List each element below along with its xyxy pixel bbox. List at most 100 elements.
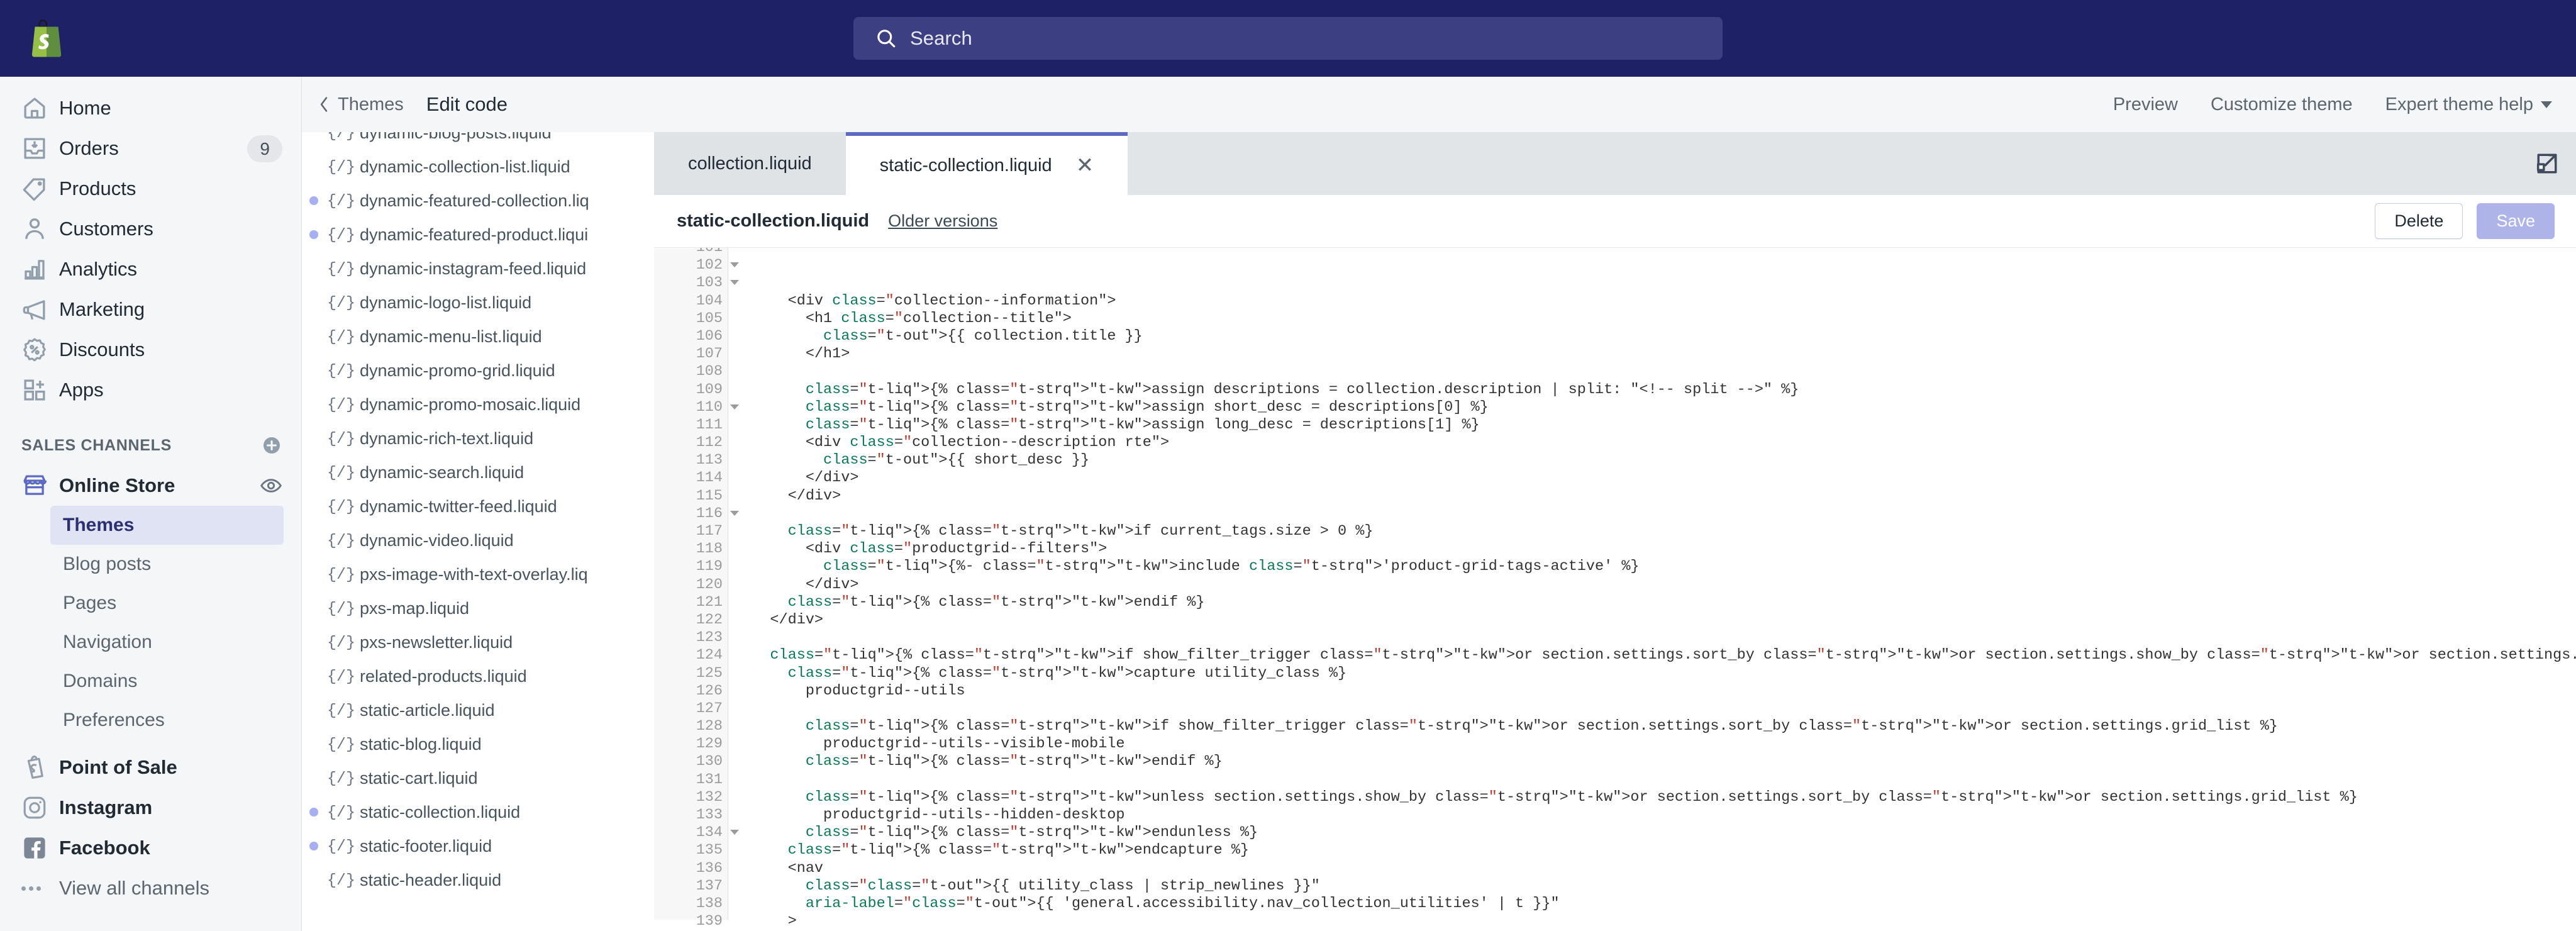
- older-versions-link[interactable]: Older versions: [888, 211, 997, 231]
- sidebar-item-domains[interactable]: Domains: [0, 662, 301, 701]
- code-line[interactable]: </h1>: [735, 345, 2576, 363]
- code-line[interactable]: class="t-liq">{% class="t-strq">"t-kw">e…: [735, 594, 2576, 611]
- code-line[interactable]: productgrid--utils: [735, 683, 2576, 700]
- file-tree-item[interactable]: {/} dynamic-twitter-feed.liquid: [302, 489, 654, 523]
- sidebar-item-point-of-sale[interactable]: Point of Sale: [0, 747, 301, 788]
- code-line[interactable]: [735, 771, 2576, 789]
- search-input-placeholder[interactable]: Search: [910, 27, 972, 50]
- sidebar-item-discounts[interactable]: Discounts: [0, 330, 301, 370]
- file-tree-item[interactable]: {/} dynamic-rich-text.liquid: [302, 421, 654, 455]
- code-line[interactable]: class="t-out">{{ collection.title }}: [735, 328, 2576, 345]
- code-line[interactable]: class="t-out">{{ short_desc }}: [735, 452, 2576, 469]
- sidebar-item-navigation[interactable]: Navigation: [0, 623, 301, 662]
- file-tree-item[interactable]: {/} static-footer.liquid: [302, 829, 654, 863]
- code-line[interactable]: class="t-liq">{% class="t-strq">"t-kw">u…: [735, 789, 2576, 806]
- code-line[interactable]: [735, 629, 2576, 647]
- code-line[interactable]: class="t-liq">{% class="t-strq">"t-kw">a…: [735, 381, 2576, 399]
- sidebar-item-preferences[interactable]: Preferences: [0, 701, 301, 740]
- code-line[interactable]: >: [735, 913, 2576, 930]
- sidebar-item-facebook[interactable]: Facebook: [0, 828, 301, 868]
- file-tree-item[interactable]: {/} static-article.liquid: [302, 693, 654, 727]
- code-line[interactable]: productgrid--utils--hidden-desktop: [735, 806, 2576, 824]
- sidebar-item-analytics[interactable]: Analytics: [0, 249, 301, 289]
- code-lines[interactable]: <div class="collection--information"> <h…: [735, 248, 2576, 931]
- eye-icon[interactable]: [260, 474, 282, 497]
- file-tree-item[interactable]: {/} pxs-image-with-text-overlay.liq: [302, 557, 654, 591]
- code-line[interactable]: class="t-liq">{% class="t-strq">"t-kw">i…: [735, 647, 2576, 664]
- expand-fullscreen-icon[interactable]: [2533, 150, 2561, 177]
- code-line[interactable]: </div>: [735, 488, 2576, 505]
- code-line[interactable]: class="t-liq">{%- class="t-strq">"t-kw">…: [735, 558, 2576, 576]
- file-tree-item[interactable]: {/} dynamic-menu-list.liquid: [302, 320, 654, 354]
- expert-theme-help-button[interactable]: Expert theme help: [2385, 94, 2552, 115]
- tab-collection-liquid[interactable]: collection.liquid: [654, 132, 846, 195]
- sidebar-item-blog-posts[interactable]: Blog posts: [0, 545, 301, 584]
- code-line[interactable]: <nav: [735, 860, 2576, 878]
- code-line[interactable]: [735, 363, 2576, 381]
- sidebar-item-online-store[interactable]: Online Store: [0, 465, 301, 506]
- code-line[interactable]: </div>: [735, 576, 2576, 594]
- file-tree-item[interactable]: {/} dynamic-promo-grid.liquid: [302, 354, 654, 387]
- code-line[interactable]: </div>: [735, 469, 2576, 487]
- file-tree-item[interactable]: {/} related-products.liquid: [302, 659, 654, 693]
- plus-circle-icon[interactable]: [261, 435, 282, 456]
- code-line[interactable]: [735, 274, 2576, 292]
- file-tree-item[interactable]: {/} dynamic-search.liquid: [302, 455, 654, 489]
- sidebar-item-themes[interactable]: Themes: [50, 506, 284, 545]
- file-tree-item[interactable]: {/} dynamic-instagram-feed.liquid: [302, 252, 654, 286]
- chevron-left-icon[interactable]: [318, 96, 330, 113]
- code-line[interactable]: productgrid--utils--visible-mobile: [735, 735, 2576, 753]
- code-line[interactable]: class="t-liq">{% class="t-strq">"t-kw">e…: [735, 824, 2576, 842]
- code-line[interactable]: class="t-liq">{% class="t-strq">"t-kw">i…: [735, 523, 2576, 540]
- sidebar-item-view-all-channels[interactable]: View all channels: [0, 868, 301, 908]
- close-icon[interactable]: ✕: [1076, 155, 1094, 176]
- sidebar-item-orders[interactable]: Orders 9: [0, 128, 301, 169]
- sidebar-item-home[interactable]: Home: [0, 88, 301, 128]
- code-line[interactable]: class="t-liq">{% class="t-strq">"t-kw">i…: [735, 718, 2576, 735]
- file-tree-item[interactable]: {/} pxs-newsletter.liquid: [302, 625, 654, 659]
- code-line[interactable]: [735, 505, 2576, 523]
- file-tree-item[interactable]: {/} static-cart.liquid: [302, 761, 654, 795]
- global-search[interactable]: Search: [853, 17, 1723, 60]
- file-tree-item[interactable]: {/} dynamic-featured-collection.liq: [302, 184, 654, 218]
- file-tree-item[interactable]: {/} dynamic-logo-list.liquid: [302, 286, 654, 320]
- code-line[interactable]: class="t-liq">{% class="t-strq">"t-kw">c…: [735, 665, 2576, 683]
- code-line[interactable]: [735, 700, 2576, 718]
- breadcrumb[interactable]: Themes: [338, 94, 404, 115]
- save-button[interactable]: Save: [2477, 203, 2555, 240]
- code-area[interactable]: 1011021031041051061071081091101111121131…: [654, 248, 2576, 931]
- shopify-logo[interactable]: [9, 0, 84, 77]
- sidebar-item-instagram[interactable]: Instagram: [0, 788, 301, 828]
- code-line[interactable]: class="t-liq">{% class="t-strq">"t-kw">e…: [735, 842, 2576, 859]
- tab-static-collection-liquid[interactable]: static-collection.liquid ✕: [845, 132, 1128, 195]
- preview-button[interactable]: Preview: [2113, 94, 2178, 115]
- file-tree-item[interactable]: {/} dynamic-featured-product.liqui: [302, 218, 654, 252]
- file-tree-item[interactable]: {/} dynamic-promo-mosaic.liquid: [302, 387, 654, 421]
- code-line[interactable]: class="t-liq">{% class="t-strq">"t-kw">a…: [735, 399, 2576, 416]
- sidebar-item-products[interactable]: Products: [0, 169, 301, 209]
- customize-theme-button[interactable]: Customize theme: [2211, 94, 2353, 115]
- sidebar-item-customers[interactable]: Customers: [0, 209, 301, 249]
- code-line[interactable]: <h1 class="collection--title">: [735, 310, 2576, 328]
- sidebar-item-apps[interactable]: Apps: [0, 370, 301, 410]
- code-line[interactable]: aria-label="class="t-out">{{ 'general.ac…: [735, 895, 2576, 913]
- code-line[interactable]: class="class="t-out">{{ utility_class | …: [735, 878, 2576, 895]
- file-tree-item[interactable]: {/} static-blog.liquid: [302, 727, 654, 761]
- code-line[interactable]: <div class="productgrid--filters">: [735, 540, 2576, 558]
- code-line[interactable]: </div>: [735, 611, 2576, 629]
- code-editor-pane: collection.liquid static-collection.liqu…: [654, 132, 2576, 931]
- file-tree-item[interactable]: {/} pxs-map.liquid: [302, 591, 654, 625]
- code-line[interactable]: <div class="collection--description rte"…: [735, 434, 2576, 452]
- delete-button[interactable]: Delete: [2375, 203, 2463, 240]
- file-tree-item[interactable]: {/} static-collection.liquid: [302, 795, 654, 829]
- code-line[interactable]: class="t-liq">{% class="t-strq">"t-kw">e…: [735, 753, 2576, 771]
- file-tree-item[interactable]: {/} dynamic-video.liquid: [302, 523, 654, 557]
- file-tree-item[interactable]: {/} dynamic-collection-list.liquid: [302, 150, 654, 184]
- sidebar-item-marketing[interactable]: Marketing: [0, 289, 301, 330]
- sidebar-item-pages[interactable]: Pages: [0, 584, 301, 623]
- code-line[interactable]: <div class="collection--information">: [735, 293, 2576, 310]
- file-tree[interactable]: {/} dynamic-blog-posts.liquid {/} dynamic-c…: [302, 132, 654, 931]
- file-tree-item[interactable]: {/} static-header.liquid: [302, 863, 654, 897]
- file-tree-item[interactable]: {/} dynamic-blog-posts.liquid: [302, 132, 654, 150]
- code-line[interactable]: class="t-liq">{% class="t-strq">"t-kw">a…: [735, 416, 2576, 434]
